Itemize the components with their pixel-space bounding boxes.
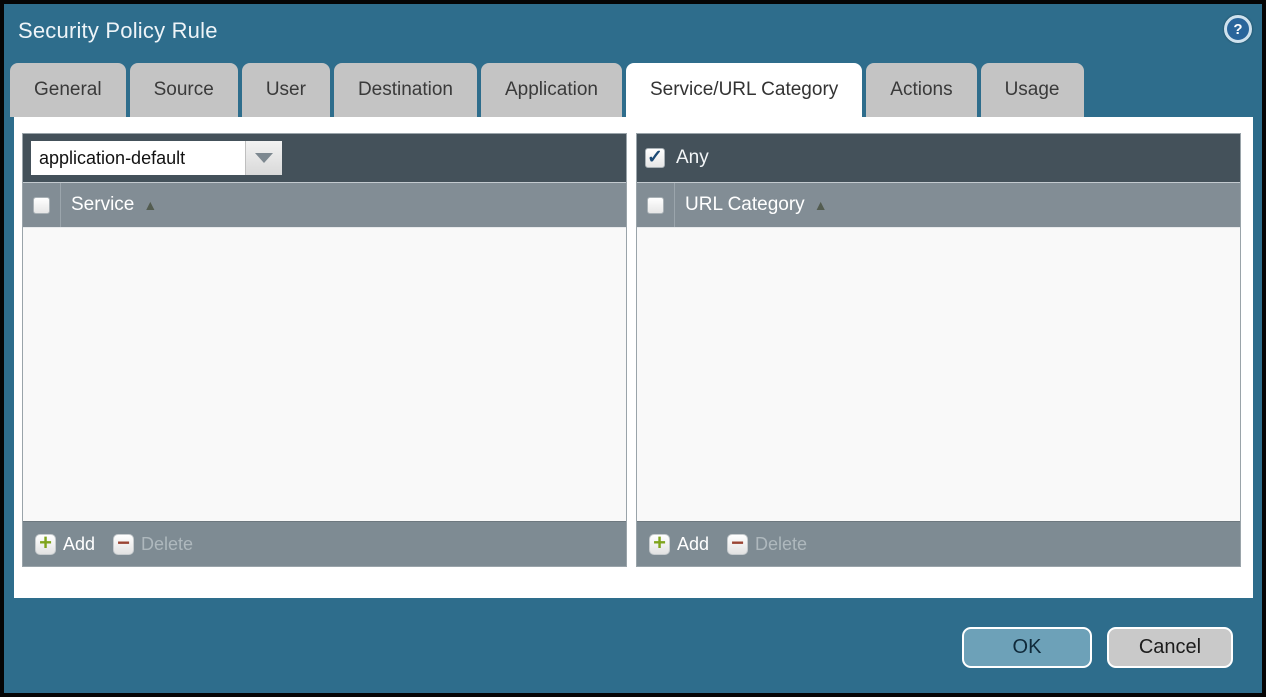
- tab-bar: General Source User Destination Applicat…: [10, 63, 1088, 117]
- tab-application[interactable]: Application: [481, 63, 622, 117]
- tab-general[interactable]: General: [10, 63, 126, 117]
- service-panel: application-default Service ▲: [22, 133, 627, 567]
- add-icon: +: [35, 534, 56, 555]
- service-panel-footer: + Add − Delete: [23, 521, 626, 566]
- add-icon: +: [649, 534, 670, 555]
- service-select-all-cell: [23, 183, 61, 227]
- url-category-column-sort[interactable]: URL Category ▲: [675, 194, 828, 216]
- help-icon[interactable]: ?: [1224, 15, 1252, 43]
- service-type-dropdown-value[interactable]: application-default: [31, 141, 245, 175]
- tab-usage[interactable]: Usage: [981, 63, 1084, 117]
- url-category-select-all-cell: [637, 183, 675, 227]
- sort-asc-icon: ▲: [814, 198, 828, 212]
- plus-glyph: +: [39, 532, 52, 554]
- url-category-add-label: Add: [677, 534, 709, 555]
- dialog-title: Security Policy Rule: [18, 18, 218, 44]
- url-category-delete-label: Delete: [755, 534, 807, 555]
- any-checkbox[interactable]: ✓: [645, 148, 665, 168]
- service-column-sort[interactable]: Service ▲: [61, 194, 157, 216]
- url-category-select-all-checkbox[interactable]: [647, 197, 664, 214]
- ok-button[interactable]: OK: [962, 627, 1092, 668]
- dialog-action-buttons: OK Cancel: [962, 627, 1233, 668]
- delete-icon: −: [113, 534, 134, 555]
- delete-icon: −: [727, 534, 748, 555]
- checkmark-icon: ✓: [647, 148, 663, 167]
- plus-glyph: +: [653, 532, 666, 554]
- chevron-down-glyph: [255, 153, 273, 163]
- service-type-dropdown[interactable]: application-default: [31, 141, 282, 175]
- chevron-down-icon[interactable]: [245, 141, 282, 175]
- security-policy-rule-dialog: Security Policy Rule ? General Source Us…: [0, 0, 1266, 697]
- url-category-panel: ✓ Any URL Category ▲: [636, 133, 1241, 567]
- service-delete-label: Delete: [141, 534, 193, 555]
- panels-container: application-default Service ▲: [14, 117, 1253, 598]
- dialog-content: application-default Service ▲: [14, 117, 1253, 598]
- sort-asc-icon: ▲: [143, 198, 157, 212]
- minus-glyph: −: [731, 532, 744, 554]
- any-label: Any: [676, 147, 709, 169]
- service-column-header: Service ▲: [23, 183, 626, 228]
- url-category-panel-footer: + Add − Delete: [637, 521, 1240, 566]
- service-delete-button[interactable]: − Delete: [113, 534, 193, 555]
- service-list[interactable]: [23, 228, 626, 521]
- url-category-column-label: URL Category: [685, 194, 805, 216]
- service-select-all-checkbox[interactable]: [33, 197, 50, 214]
- tab-user[interactable]: User: [242, 63, 330, 117]
- service-add-label: Add: [63, 534, 95, 555]
- help-icon-glyph: ?: [1233, 21, 1242, 38]
- minus-glyph: −: [117, 532, 130, 554]
- service-add-button[interactable]: + Add: [35, 534, 95, 555]
- url-category-panel-header: ✓ Any: [637, 134, 1240, 183]
- url-category-delete-button[interactable]: − Delete: [727, 534, 807, 555]
- tab-service-url-category[interactable]: Service/URL Category: [626, 63, 862, 117]
- url-category-add-button[interactable]: + Add: [649, 534, 709, 555]
- service-panel-header: application-default: [23, 134, 626, 183]
- tab-source[interactable]: Source: [130, 63, 238, 117]
- cancel-button[interactable]: Cancel: [1107, 627, 1233, 668]
- url-category-list[interactable]: [637, 228, 1240, 521]
- tab-destination[interactable]: Destination: [334, 63, 477, 117]
- url-category-column-header: URL Category ▲: [637, 183, 1240, 228]
- service-column-label: Service: [71, 194, 134, 216]
- tab-actions[interactable]: Actions: [866, 63, 976, 117]
